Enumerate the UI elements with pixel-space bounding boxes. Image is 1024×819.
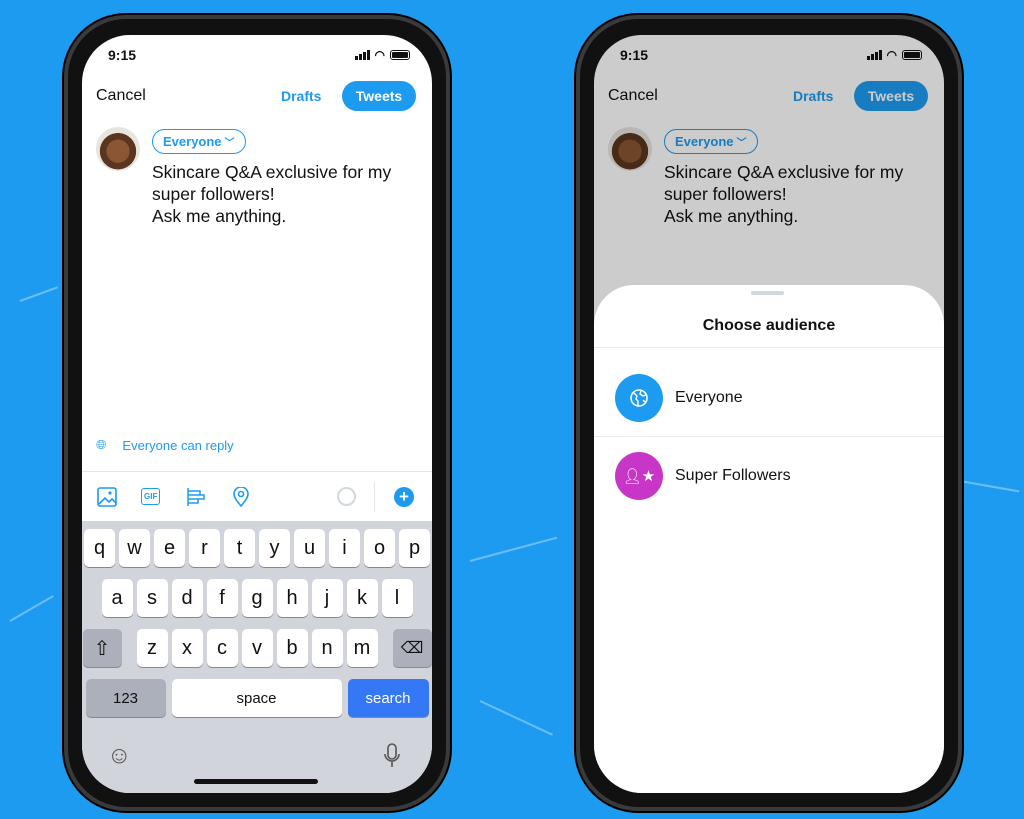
key-f[interactable]: f [206, 579, 238, 617]
audience-sheet: Choose audience Everyone 👤︎★ Super Follo… [594, 285, 944, 793]
user-star-icon: 👤︎★ [615, 452, 663, 500]
tweet-button[interactable]: Tweets [342, 81, 416, 111]
numbers-key[interactable]: 123 [85, 679, 166, 717]
status-bar: 9:15 ◠ [108, 47, 410, 63]
add-tweet-icon[interactable]: + [394, 487, 414, 507]
drafts-button[interactable]: Drafts [281, 88, 321, 104]
compose-screen: 9:15 ◠ Cancel Drafts Tweets Everyone ﹀ Sk… [82, 35, 432, 793]
keyboard: qwertyuiop asdfghjkl ⇧ zxcvbnm ⌫ 123 spa… [82, 521, 432, 793]
emoji-icon[interactable]: ☺ [107, 742, 132, 770]
key-l[interactable]: l [381, 579, 413, 617]
key-m[interactable]: m [346, 629, 378, 667]
space-key[interactable]: space [171, 679, 342, 717]
character-counter [337, 487, 356, 506]
keyboard-row: qwertyuiop [82, 529, 432, 567]
phone-compose: 9:15 ◠ Cancel Drafts Tweets Everyone ﹀ Sk… [64, 15, 450, 811]
compose-toolbar: GIF + [82, 471, 432, 521]
key-r[interactable]: r [189, 529, 220, 567]
key-e[interactable]: e [154, 529, 185, 567]
home-indicator [194, 779, 318, 784]
backspace-key[interactable]: ⌫ [392, 629, 432, 667]
audience-option-super-followers[interactable]: 👤︎★ Super Followers [594, 437, 944, 515]
tweet-text-input[interactable]: Skincare Q&A exclusive for my super foll… [152, 161, 422, 227]
battery-icon [390, 50, 410, 60]
key-s[interactable]: s [136, 579, 168, 617]
search-key[interactable]: search [347, 679, 429, 717]
option-label: Super Followers [675, 467, 791, 484]
gif-icon[interactable]: GIF [141, 488, 161, 505]
keyboard-row: 123 space search [82, 679, 432, 717]
divider [594, 347, 944, 348]
audience-screen: 9:15 ◠ Cancel Drafts Tweets Everyone ﹀ Sk… [594, 35, 944, 793]
key-w[interactable]: w [119, 529, 150, 567]
avatar [96, 127, 140, 171]
reply-setting-label: Everyone can reply [122, 437, 234, 453]
key-g[interactable]: g [241, 579, 273, 617]
status-time: 9:15 [108, 47, 137, 63]
chevron-down-icon: ﹀ [224, 138, 235, 149]
key-o[interactable]: o [364, 529, 395, 567]
keyboard-row: asdfghjkl [82, 579, 432, 617]
globe-icon: 🌐︎ [96, 437, 107, 452]
key-y[interactable]: y [259, 529, 290, 567]
key-t[interactable]: t [224, 529, 255, 567]
key-d[interactable]: d [171, 579, 203, 617]
key-n[interactable]: n [311, 629, 343, 667]
key-k[interactable]: k [346, 579, 378, 617]
audience-dropdown[interactable]: Everyone ﹀ [152, 129, 246, 154]
option-label: Everyone [675, 389, 743, 406]
key-v[interactable]: v [241, 629, 273, 667]
reply-setting-button[interactable]: 🌐︎ Everyone can reply [96, 437, 234, 453]
keyboard-row: ⇧ zxcvbnm ⌫ [82, 629, 432, 667]
key-c[interactable]: c [206, 629, 238, 667]
key-x[interactable]: x [171, 629, 203, 667]
shift-key[interactable]: ⇧ [82, 629, 122, 667]
keyboard-letters: zxcvbnm [136, 629, 378, 667]
key-p[interactable]: p [399, 529, 430, 567]
globe-icon [615, 374, 663, 422]
phone-audience: 9:15 ◠ Cancel Drafts Tweets Everyone ﹀ Sk… [576, 15, 962, 811]
audience-option-everyone[interactable]: Everyone [594, 359, 944, 437]
signal-icon [354, 50, 370, 60]
audience-label: Everyone [163, 134, 222, 149]
key-u[interactable]: u [294, 529, 325, 567]
wifi-icon: ◠ [374, 48, 385, 62]
key-i[interactable]: i [329, 529, 360, 567]
key-b[interactable]: b [276, 629, 308, 667]
poll-icon[interactable] [186, 487, 206, 507]
key-h[interactable]: h [276, 579, 308, 617]
cancel-button[interactable]: Cancel [96, 87, 146, 105]
drag-handle[interactable] [751, 291, 784, 295]
location-icon[interactable] [232, 487, 250, 507]
key-j[interactable]: j [311, 579, 343, 617]
image-icon[interactable] [97, 487, 117, 507]
sheet-title: Choose audience [702, 317, 836, 334]
key-a[interactable]: a [101, 579, 133, 617]
divider [374, 482, 375, 512]
key-z[interactable]: z [136, 629, 168, 667]
microphone-icon[interactable] [384, 743, 400, 769]
key-q[interactable]: q [84, 529, 115, 567]
